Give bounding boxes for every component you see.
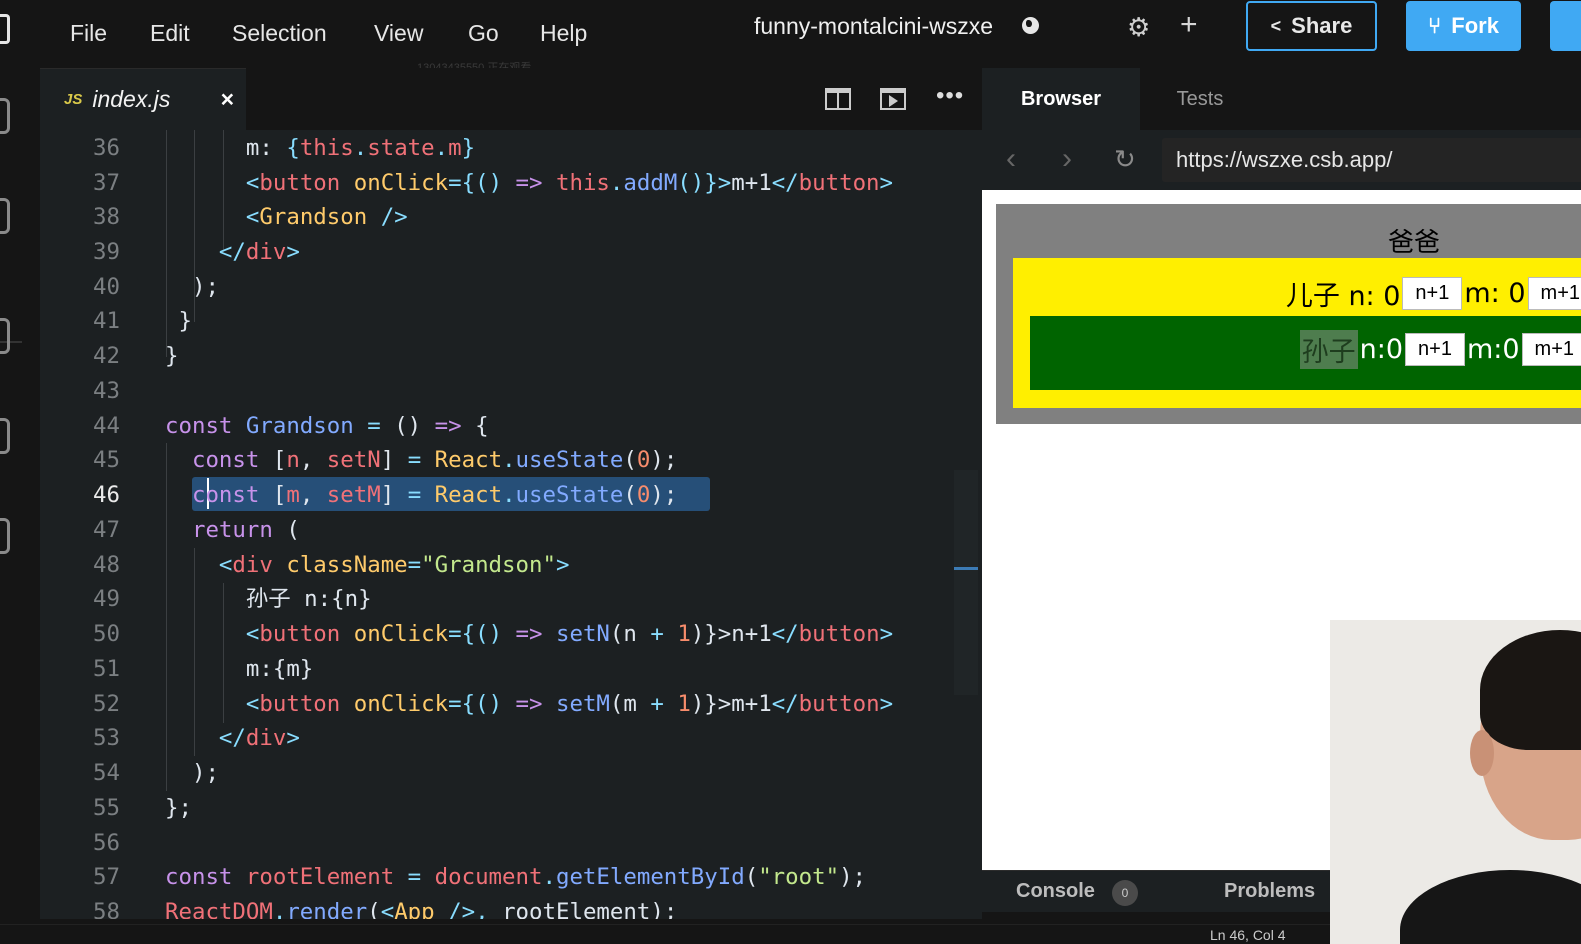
code-line: 51 m:{m} bbox=[93, 656, 314, 682]
sign-in-button[interactable] bbox=[1550, 1, 1581, 51]
menu-go[interactable]: Go bbox=[468, 20, 499, 47]
menu-help[interactable]: Help bbox=[540, 20, 587, 47]
activity-bar bbox=[0, 68, 40, 924]
preview-tabs: Browser Tests bbox=[982, 68, 1581, 130]
code-line: 48 <div className="Grandson"> bbox=[93, 552, 570, 578]
presenter-ear bbox=[1470, 730, 1494, 776]
live-icon[interactable] bbox=[0, 518, 10, 554]
codesandbox-logo-icon[interactable] bbox=[0, 14, 10, 44]
grandson-n-label: n:0 bbox=[1359, 334, 1404, 365]
sandbox-title[interactable]: funny-montalcini-wszxe bbox=[754, 13, 993, 40]
open-preview-icon[interactable] bbox=[880, 88, 906, 110]
code-line: 54 ); bbox=[93, 760, 219, 786]
deploy-icon[interactable] bbox=[0, 318, 10, 354]
dad-label: 爸爸 bbox=[1387, 228, 1440, 258]
grandson-m-button[interactable]: m+1 bbox=[1521, 333, 1581, 366]
fork-button-label: Fork bbox=[1451, 13, 1499, 38]
grandson-n-button[interactable]: n+1 bbox=[1405, 333, 1465, 366]
son-m-button[interactable]: m+1 bbox=[1527, 277, 1581, 310]
son-m-label: m: 0 bbox=[1464, 278, 1526, 309]
plus-icon[interactable]: + bbox=[1180, 8, 1198, 42]
tab-index-js[interactable]: JS index.js × bbox=[40, 68, 246, 130]
son-n-label: 儿子 n: 0 bbox=[1285, 281, 1401, 312]
menu-edit[interactable]: Edit bbox=[150, 20, 190, 47]
code-line: 58 ReactDOM.render(<App />, rootElement); bbox=[93, 899, 678, 919]
back-icon[interactable]: ‹ bbox=[1006, 142, 1016, 176]
fork-icon: ⑂ bbox=[1428, 13, 1442, 38]
code-line: 42} bbox=[93, 343, 179, 369]
tab-problems[interactable]: Problems bbox=[1224, 880, 1315, 903]
console-count-badge: 0 bbox=[1112, 880, 1138, 906]
dad-component: 爸爸 儿子 n: 0 n+1 m: 0 m+1 孙子 n:0 n+1 m:0 m… bbox=[996, 204, 1581, 424]
code-line: 49 孙子 n:{n} bbox=[93, 586, 372, 612]
code-line: 52 <button onClick={() => setM(m + 1)}>m… bbox=[93, 691, 894, 717]
address-bar[interactable]: https://wszxe.csb.app/ bbox=[1162, 138, 1581, 182]
explorer-icon[interactable] bbox=[0, 98, 10, 134]
grandson-label: 孙子 bbox=[1299, 330, 1358, 369]
globe-icon bbox=[1022, 17, 1039, 34]
tab-browser[interactable]: Browser bbox=[982, 68, 1140, 130]
code-line: 44 const Grandson = () => { bbox=[93, 413, 489, 439]
top-menu-bar: File Edit Selection View Go Help funny-m… bbox=[0, 0, 1581, 74]
code-line: 57 const rootElement = document.getElemen… bbox=[93, 864, 867, 890]
tab-tests[interactable]: Tests bbox=[1140, 68, 1260, 130]
share-button[interactable]: < Share bbox=[1246, 1, 1377, 51]
code-line: 53 </div> bbox=[93, 725, 300, 751]
share-icon: < bbox=[1270, 15, 1282, 36]
grandson-m-label: m:0 bbox=[1466, 334, 1520, 365]
tab-label: index.js bbox=[92, 86, 171, 112]
presenter-shirt bbox=[1400, 870, 1581, 944]
reload-icon[interactable]: ↻ bbox=[1114, 144, 1136, 175]
gear-icon[interactable]: ⚙ bbox=[1127, 12, 1150, 43]
forward-icon[interactable]: › bbox=[1062, 142, 1072, 176]
tab-console[interactable]: Console bbox=[1016, 880, 1095, 903]
code-line: 38 <Grandson /> bbox=[93, 204, 408, 230]
code-line: 39 </div> bbox=[93, 239, 300, 265]
grandson-row: 孙子 n:0 n+1 m:0 m+1 bbox=[1299, 330, 1581, 369]
son-row: 儿子 n: 0 n+1 m: 0 m+1 bbox=[1286, 274, 1581, 313]
menu-selection[interactable]: Selection bbox=[232, 20, 327, 47]
code-line: 46 const [m, setM] = React.useState(0); bbox=[93, 482, 678, 508]
status-bar: Ln 46, Col 4 bbox=[0, 924, 1330, 944]
son-n-button[interactable]: n+1 bbox=[1402, 277, 1463, 310]
browser-navbar: ‹ › ↻ https://wszxe.csb.app/ bbox=[982, 130, 1581, 190]
code-editor[interactable]: 36 m: {this.state.m} 37 <button onClick=… bbox=[40, 130, 982, 919]
code-line: 47 return ( bbox=[93, 517, 300, 543]
code-line: 56 bbox=[93, 830, 120, 856]
grandson-component: 孙子 n:0 n+1 m:0 m+1 bbox=[1030, 316, 1581, 390]
github-icon[interactable] bbox=[0, 418, 10, 454]
code-line: 40 ); bbox=[93, 274, 219, 300]
presenter-hair bbox=[1480, 630, 1581, 750]
code-line: 41 } bbox=[93, 308, 192, 334]
code-line: 36 m: {this.state.m} bbox=[93, 135, 476, 161]
code-line: 45 const [n, setN] = React.useState(0); bbox=[93, 447, 678, 473]
webcam-overlay bbox=[1330, 620, 1581, 944]
close-icon[interactable]: × bbox=[221, 86, 234, 113]
cursor-position: Ln 46, Col 4 bbox=[1210, 927, 1286, 943]
son-component: 儿子 n: 0 n+1 m: 0 m+1 孙子 n:0 n+1 m:0 m+1 bbox=[1013, 258, 1581, 408]
code-line: 50 <button onClick={() => setN(n + 1)}>n… bbox=[93, 621, 894, 647]
code-line: 43 bbox=[93, 378, 120, 404]
split-editor-icon[interactable] bbox=[825, 88, 851, 110]
editor-tab-bar: JS index.js × ••• bbox=[40, 68, 982, 130]
js-file-icon: JS bbox=[64, 91, 83, 108]
menu-view[interactable]: View bbox=[374, 20, 423, 47]
search-icon[interactable] bbox=[0, 198, 10, 234]
menu-file[interactable]: File bbox=[70, 20, 107, 47]
more-options-icon[interactable]: ••• bbox=[936, 82, 964, 110]
code-line: 55}; bbox=[93, 795, 192, 821]
code-line: 37 <button onClick={() => this.addM()}>m… bbox=[93, 170, 894, 196]
fork-button[interactable]: ⑂ Fork bbox=[1406, 1, 1521, 51]
share-button-label: Share bbox=[1291, 13, 1353, 38]
